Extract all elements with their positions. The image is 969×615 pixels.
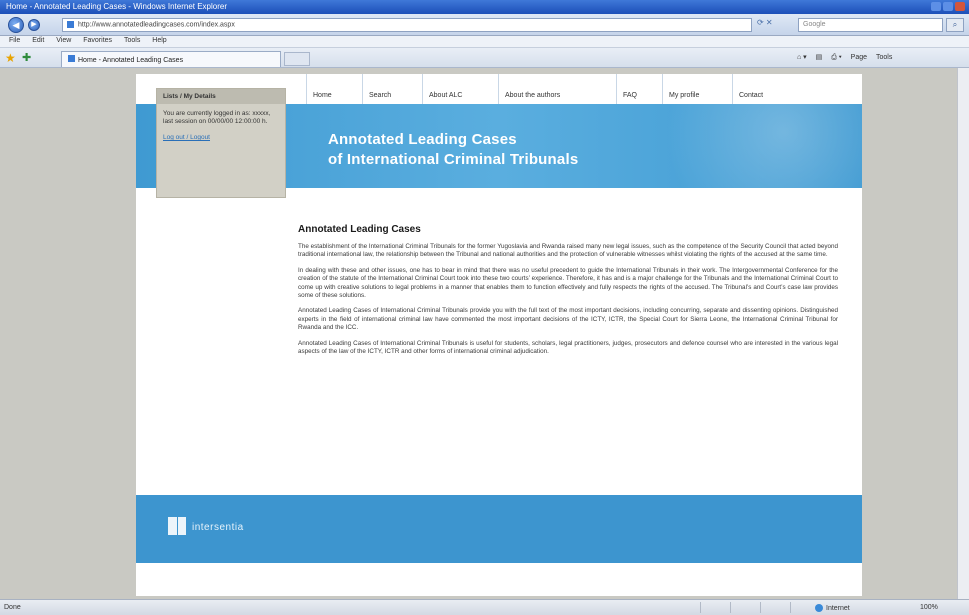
refresh-stop-icons[interactable]: ⟳ ✕ [757,18,773,27]
search-input[interactable]: Google [798,18,943,32]
login-panel: Lists / My Details You are currently log… [156,88,286,198]
command-tools[interactable]: Tools [876,54,892,61]
page-heading: Annotated Leading Cases [298,224,421,235]
nav-about-authors[interactable]: About the authors [498,74,616,104]
page-icon [67,21,74,28]
security-zone: Internet [815,604,850,612]
nav-about-alc[interactable]: About ALC [422,74,498,104]
back-arrow-icon[interactable]: ◀ [8,17,24,33]
command-bar: ⌂ ▾ ▤ ⎙ ▾ Page Tools [790,53,892,62]
menu-tools[interactable]: Tools [124,37,140,44]
login-heading: Lists / My Details [157,89,285,104]
address-bar: ◀ ▶ http://www.annotatedleadingcases.com… [0,14,969,36]
menu-help[interactable]: Help [152,37,166,44]
command-page[interactable]: Page [851,54,867,61]
url-input[interactable]: http://www.annotatedleadingcases.com/ind… [62,18,752,32]
login-message: You are currently logged in as: xxxxx, l… [163,110,271,125]
forward-arrow-icon[interactable]: ▶ [28,19,40,31]
feeds-icon[interactable]: ▤ [816,54,823,61]
menu-file[interactable]: File [9,37,20,44]
logout-link[interactable]: Log out / Logout [157,126,285,149]
favorites-star-icon[interactable]: ★ [5,51,16,65]
status-divider [790,602,791,613]
status-text: Done [4,604,21,611]
main-content: Annotated Leading Cases The establishmen… [298,224,838,363]
globe-icon [815,604,823,612]
paragraph-4: Annotated Leading Cases of International… [298,339,838,356]
print-icon[interactable]: ⎙ ▾ [831,54,842,61]
paragraph-2: In dealing with these and other issues, … [298,266,838,300]
banner-title: Annotated Leading Cases of International… [328,130,578,170]
window-titlebar: Home - Annotated Leading Cases - Windows… [0,0,969,14]
new-tab-button[interactable] [284,52,310,66]
nav-contact[interactable]: Contact [732,74,792,104]
url-text: http://www.annotatedleadingcases.com/ind… [78,21,235,29]
home-icon[interactable]: ⌂ ▾ [797,54,807,61]
minimize-button[interactable] [931,2,941,11]
paragraph-3: Annotated Leading Cases of International… [298,307,838,332]
tab-bar: ★ ✚ Home - Annotated Leading Cases ⌂ ▾ ▤… [0,48,969,68]
banner-line-1: Annotated Leading Cases [328,131,517,148]
maximize-button[interactable] [943,2,953,11]
vertical-scrollbar[interactable] [957,68,969,599]
zoom-level[interactable]: 100% [920,604,938,611]
intersentia-logo-icon [168,517,186,535]
zone-label: Internet [826,604,850,612]
status-bar: Done Internet 100% [0,599,969,615]
paragraph-1: The establishment of the International C… [298,243,838,259]
menu-bar: File Edit View Favorites Tools Help [0,36,969,48]
menu-edit[interactable]: Edit [32,37,44,44]
window-controls [929,2,965,13]
web-page: Home Search About ALC About the authors … [136,74,862,596]
status-divider [730,602,731,613]
tab-home[interactable]: Home - Annotated Leading Cases [61,51,281,67]
nav-search[interactable]: Search [362,74,422,104]
window-title: Home - Annotated Leading Cases - Windows… [6,2,228,11]
site-footer: intersentia [136,495,862,563]
menu-view[interactable]: View [56,37,71,44]
tab-page-icon [68,55,75,62]
banner-line-2: of International Criminal Tribunals [328,151,579,168]
site-navigation: Home Search About ALC About the authors … [306,74,862,104]
footer-logo-text: intersentia [192,522,244,533]
nav-faq[interactable]: FAQ [616,74,662,104]
menu-favorites[interactable]: Favorites [83,37,112,44]
close-button[interactable] [955,2,965,11]
status-divider [700,602,701,613]
search-icon[interactable]: ⌕ [946,18,964,32]
nav-my-profile[interactable]: My profile [662,74,732,104]
add-favorite-icon[interactable]: ✚ [22,51,31,64]
nav-home[interactable]: Home [306,74,362,104]
tab-label: Home - Annotated Leading Cases [78,57,184,64]
status-divider [760,602,761,613]
